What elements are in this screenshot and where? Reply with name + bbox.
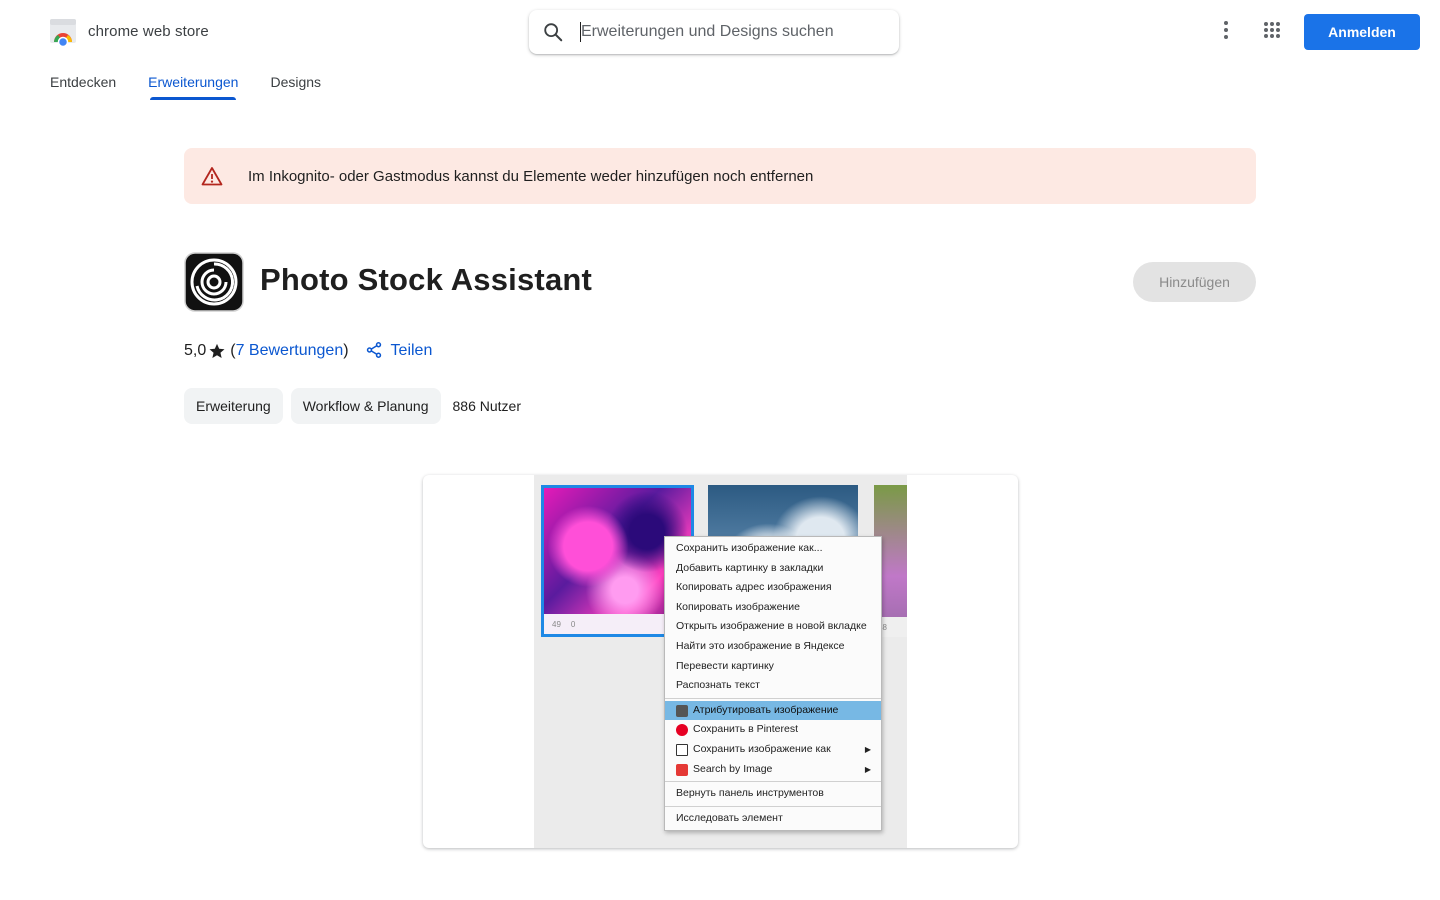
reviews-link[interactable]: 7 Bewertungen bbox=[236, 342, 344, 360]
image-icon bbox=[676, 743, 688, 756]
share-label: Teilen bbox=[390, 342, 433, 359]
logo-text: chrome web store bbox=[88, 22, 209, 40]
puzzle-icon bbox=[676, 704, 688, 717]
warning-icon bbox=[200, 164, 224, 188]
search-icon[interactable] bbox=[541, 20, 565, 44]
ctx-menu-item: Сохранить изображение как... bbox=[676, 542, 823, 554]
rating-row: 5,0 ( 7 Bewertungen ) Teilen bbox=[184, 341, 432, 361]
ctx-menu-label: Сохранить в Pinterest bbox=[693, 723, 799, 736]
reviews-close-paren: ) bbox=[343, 342, 349, 359]
text-caret bbox=[580, 22, 581, 42]
search-input[interactable] bbox=[581, 23, 881, 41]
ctx-menu-item: Сохранить в Pinterest bbox=[665, 720, 881, 740]
tab-erweiterungen[interactable]: Erweiterungen bbox=[148, 64, 238, 100]
tab-designs[interactable]: Designs bbox=[270, 64, 321, 100]
ctx-menu-item: Копировать изображение bbox=[676, 600, 800, 613]
camera-icon bbox=[676, 763, 688, 776]
ctx-menu-item: Сохранить изображение как ▶ bbox=[665, 740, 881, 760]
ctx-menu-label: Search by Image bbox=[693, 762, 773, 775]
tab-entdecken[interactable]: Entdecken bbox=[50, 64, 116, 100]
search-box[interactable] bbox=[529, 10, 899, 54]
rating-value: 5,0 bbox=[184, 342, 207, 359]
ctx-menu-item: Исследовать элемент bbox=[676, 811, 783, 824]
chrome-web-store-logo[interactable]: chrome web store bbox=[48, 16, 209, 48]
ctx-menu-item: Search by Image ▶ bbox=[665, 760, 881, 780]
ctx-menu-item: Копировать адрес изображения bbox=[676, 581, 832, 594]
ctx-menu-item: Распознать текст bbox=[676, 679, 760, 692]
ctx-menu-item: Открыть изображение в новой вкладке bbox=[676, 620, 867, 633]
ctx-menu-label: Атрибутировать изображение bbox=[693, 703, 839, 716]
thumb-user-count: 0 bbox=[570, 619, 576, 629]
share-button[interactable]: Teilen bbox=[365, 341, 433, 361]
category-tabs: Entdecken Erweiterungen Designs bbox=[50, 64, 321, 100]
ctx-menu-item: Найти это изображение в Яндексе bbox=[676, 639, 845, 652]
ctx-separator bbox=[665, 697, 881, 699]
add-to-chrome-button[interactable]: Hinzufügen bbox=[1133, 262, 1256, 302]
banner-text: Im Inkognito- oder Gastmodus kannst du E… bbox=[248, 167, 814, 185]
star-icon bbox=[208, 342, 226, 360]
ctx-menu-item: Вернуть панель инструментов bbox=[676, 787, 824, 800]
ctx-separator bbox=[665, 781, 881, 783]
share-icon bbox=[365, 341, 385, 361]
ctx-menu-item: Перевести картинку bbox=[676, 659, 774, 672]
google-apps-button[interactable] bbox=[1258, 18, 1286, 46]
pinterest-icon bbox=[676, 724, 688, 737]
incognito-warning-banner: Im Inkognito- oder Gastmodus kannst du E… bbox=[184, 148, 1256, 204]
screenshot-carousel[interactable]: 49 0 48 Сохранить изображение как... Доб… bbox=[423, 475, 1018, 848]
signin-button[interactable]: Anmelden bbox=[1304, 14, 1420, 50]
screenshot-image: 49 0 48 Сохранить изображение как... Доб… bbox=[534, 475, 907, 848]
ctx-menu-item-highlighted: Атрибутировать изображение bbox=[665, 700, 881, 721]
ctx-menu-label: Сохранить изображение как bbox=[693, 742, 831, 755]
chip-type[interactable]: Erweiterung bbox=[184, 388, 283, 424]
extension-title: Photo Stock Assistant bbox=[260, 262, 593, 297]
ctx-menu-item: Добавить картинку в закладки bbox=[676, 561, 824, 574]
chrome-web-store-icon bbox=[48, 16, 78, 48]
more-options-button[interactable] bbox=[1212, 18, 1240, 46]
thumb-like-count: 49 bbox=[552, 619, 561, 629]
user-count: 886 Nutzer bbox=[452, 398, 521, 414]
submenu-arrow-icon: ▶ bbox=[864, 764, 871, 774]
apps-grid-icon bbox=[1263, 21, 1281, 44]
context-menu-preview: Сохранить изображение как... Добавить ка… bbox=[664, 536, 882, 832]
extension-logo bbox=[184, 252, 244, 312]
category-chips: Erweiterung Workflow & Planung 886 Nutze… bbox=[184, 388, 521, 424]
more-vert-icon bbox=[1223, 20, 1229, 45]
chip-category[interactable]: Workflow & Planung bbox=[290, 388, 441, 424]
ctx-separator bbox=[665, 805, 881, 807]
submenu-arrow-icon: ▶ bbox=[864, 744, 871, 754]
